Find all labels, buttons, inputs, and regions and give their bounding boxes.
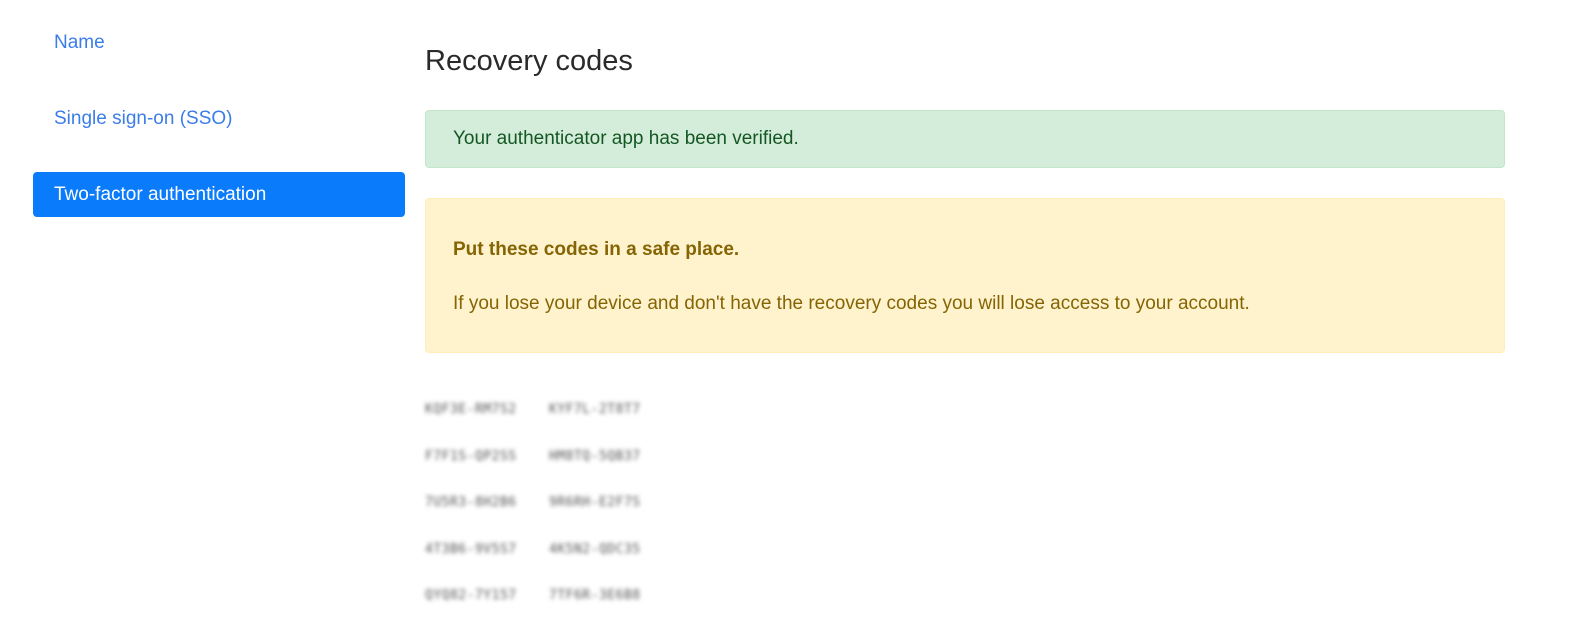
- recovery-code-row: KQF3E-RM7S2 KYF7L-2T8T7: [425, 398, 673, 445]
- warning-body: If you lose your device and don't have t…: [453, 293, 1250, 314]
- recovery-code: 9R6RH-E2F7S: [549, 495, 641, 510]
- recovery-code: F7F1S-QP2SS: [425, 448, 517, 464]
- settings-page: Name Single sign-on (SSO) Two-factor aut…: [0, 0, 1578, 643]
- recovery-code-row: QYQ82-7Y157 7TF6R-3E6B8: [425, 584, 673, 631]
- recovery-code: 7U5R3-8H2B6: [425, 495, 517, 510]
- recovery-codes-list: KQF3E-RM7S2 KYF7L-2T8T7 F7F1S-QP2SS HM8T…: [425, 398, 673, 631]
- recovery-code: 7TF6R-3E6B8: [549, 588, 641, 603]
- success-alert: Your authenticator app has been verified…: [425, 110, 1505, 168]
- main-content: Recovery codes Your authenticator app ha…: [425, 40, 1505, 353]
- sidebar-item-sso[interactable]: Single sign-on (SSO): [33, 96, 405, 141]
- warning-heading: Put these codes in a safe place.: [453, 239, 740, 260]
- recovery-code: 4T3B6-9V5S7: [425, 541, 517, 557]
- recovery-code: QYQ82-7Y157: [425, 588, 517, 603]
- recovery-code: KYF7L-2T8T7: [549, 402, 641, 417]
- warning-alert: Put these codes in a safe place. If you …: [425, 198, 1505, 353]
- sidebar-item-two-factor[interactable]: Two-factor authentication: [33, 172, 405, 217]
- sidebar-item-name[interactable]: Name: [33, 20, 405, 65]
- recovery-code-row: 7U5R3-8H2B6 9R6RH-E2F7S: [425, 491, 673, 538]
- recovery-code-row: 4T3B6-9V5S7 4K5N2-QDC35: [425, 538, 673, 585]
- recovery-code-row: F7F1S-QP2SS HM8TQ-5QB37: [425, 445, 673, 492]
- page-title: Recovery codes: [425, 45, 633, 77]
- recovery-code: KQF3E-RM7S2: [425, 402, 517, 417]
- recovery-code: HM8TQ-5QB37: [549, 448, 641, 464]
- settings-sidebar: Name Single sign-on (SSO) Two-factor aut…: [33, 20, 405, 248]
- recovery-code: 4K5N2-QDC35: [549, 541, 641, 557]
